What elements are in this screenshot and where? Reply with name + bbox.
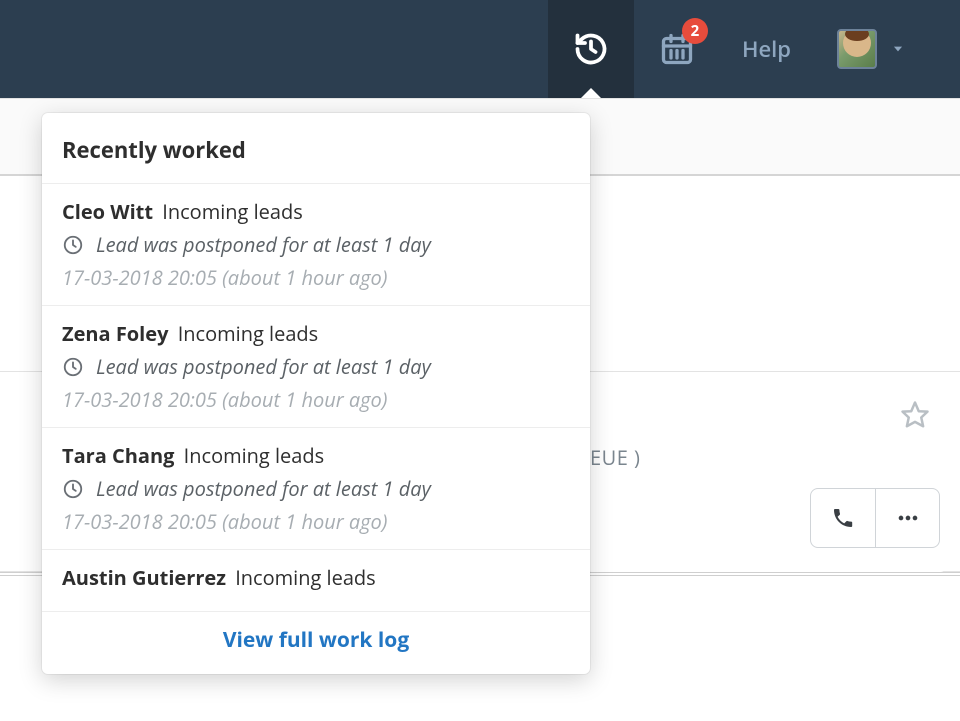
log-category: Incoming leads	[162, 198, 303, 225]
log-item-title: Cleo Witt Incoming leads	[62, 198, 570, 225]
avatar	[837, 29, 877, 69]
log-timestamp: 17-03-2018 20:05 (about 1 hour ago)	[62, 264, 570, 291]
chevron-down-icon	[891, 42, 905, 56]
log-message-line: Lead was postponed for at least 1 day	[62, 475, 570, 502]
log-category: Incoming leads	[178, 320, 319, 347]
log-item[interactable]: Austin Gutierrez Incoming leads	[42, 550, 590, 612]
clock-icon	[62, 234, 84, 256]
log-category: Incoming leads	[184, 442, 325, 469]
log-item-title: Austin Gutierrez Incoming leads	[62, 564, 570, 591]
log-category: Incoming leads	[235, 564, 376, 591]
favorite-button[interactable]	[900, 400, 930, 435]
log-item-title: Zena Foley Incoming leads	[62, 320, 570, 347]
calendar-button[interactable]: 2	[634, 0, 720, 98]
clock-icon	[62, 478, 84, 500]
phone-icon	[831, 506, 855, 530]
call-button[interactable]	[811, 489, 875, 547]
log-name: Austin Gutierrez	[62, 564, 226, 591]
log-message-line: Lead was postponed for at least 1 day	[62, 231, 570, 258]
log-name: Cleo Witt	[62, 198, 153, 225]
history-button[interactable]	[548, 0, 634, 98]
lead-actions	[810, 488, 940, 548]
log-item[interactable]: Tara Chang Incoming leads Lead was postp…	[42, 428, 590, 550]
log-timestamp: 17-03-2018 20:05 (about 1 hour ago)	[62, 386, 570, 413]
dropdown-footer: View full work log	[42, 612, 590, 674]
log-item-title: Tara Chang Incoming leads	[62, 442, 570, 469]
user-menu[interactable]	[813, 29, 905, 69]
history-icon	[573, 31, 609, 67]
dropdown-title: Recently worked	[42, 113, 590, 184]
queue-label-fragment: EUE )	[590, 444, 640, 471]
log-name: Tara Chang	[62, 442, 174, 469]
more-button[interactable]	[875, 489, 939, 547]
help-link[interactable]: Help	[720, 34, 813, 64]
log-message: Lead was postponed for at least 1 day	[96, 475, 431, 502]
log-name: Zena Foley	[62, 320, 168, 347]
calendar-badge: 2	[682, 18, 708, 44]
recently-worked-dropdown: Recently worked Cleo Witt Incoming leads…	[42, 113, 590, 674]
log-message-line: Lead was postponed for at least 1 day	[62, 353, 570, 380]
log-message: Lead was postponed for at least 1 day	[96, 231, 431, 258]
ellipsis-icon	[894, 504, 922, 532]
log-item[interactable]: Cleo Witt Incoming leads Lead was postpo…	[42, 184, 590, 306]
log-timestamp: 17-03-2018 20:05 (about 1 hour ago)	[62, 508, 570, 535]
star-icon	[900, 400, 930, 430]
app-header: 2 Help	[0, 0, 960, 98]
log-message: Lead was postponed for at least 1 day	[96, 353, 431, 380]
log-item[interactable]: Zena Foley Incoming leads Lead was postp…	[42, 306, 590, 428]
view-full-log-link[interactable]: View full work log	[223, 626, 409, 654]
clock-icon	[62, 356, 84, 378]
